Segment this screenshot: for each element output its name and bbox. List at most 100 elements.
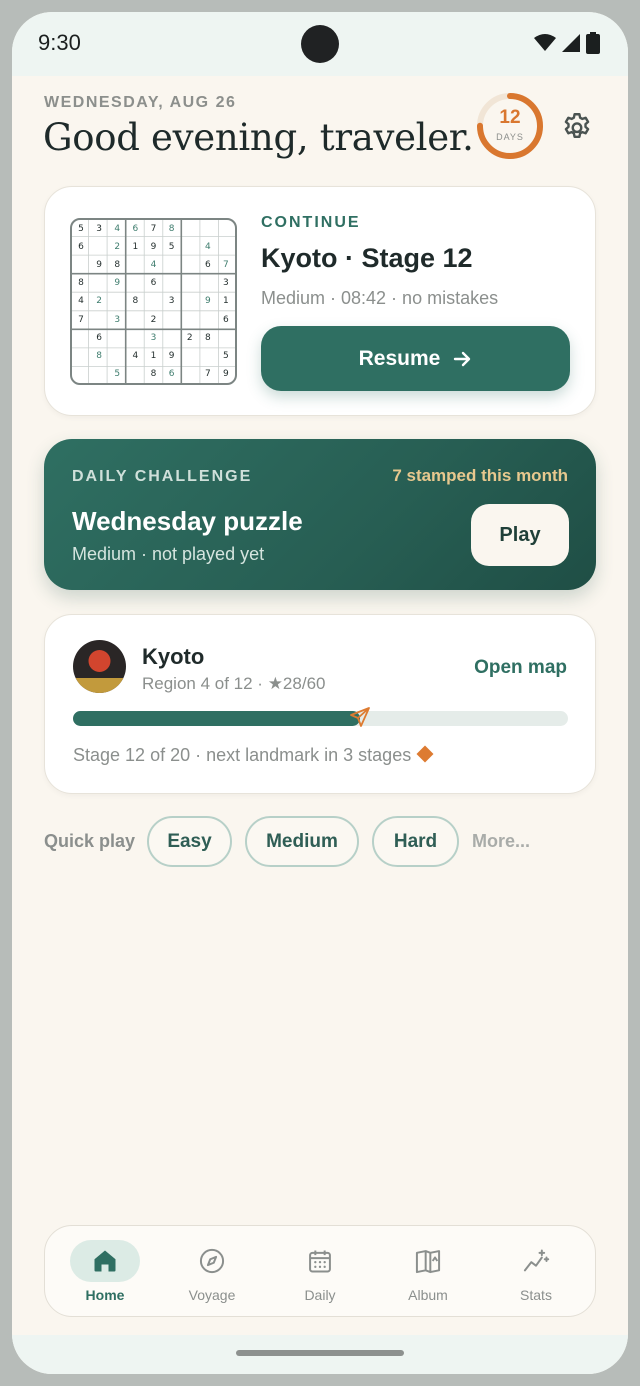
continue-label: CONTINUE [261, 214, 361, 231]
paper-plane-icon [350, 707, 370, 727]
sudoku-preview: 5346786219549846789634283917326632884195… [70, 218, 237, 385]
region-progress-fill [73, 711, 361, 726]
gear-icon [564, 113, 590, 138]
sudoku-cell: 9 [96, 260, 103, 271]
region-card[interactable]: Kyoto Region 4 of 12 · ★28/60 Open map S… [44, 614, 596, 794]
quick-play-medium-chip[interactable]: Medium [245, 816, 359, 867]
system-icons [534, 32, 600, 54]
sudoku-cell: 3 [150, 332, 157, 343]
sudoku-cell: 9 [204, 296, 211, 307]
region-stage-text: Stage 12 of 20 · next landmark in 3 stag… [73, 745, 434, 766]
region-progress-bar [73, 707, 568, 727]
bottom-navigation: Home Voyage Daily Album Stats [44, 1225, 596, 1317]
sudoku-cell: 1 [223, 296, 229, 307]
sudoku-cell: 6 [78, 242, 84, 253]
region-avatar [73, 640, 126, 693]
sudoku-cell: 4 [114, 224, 121, 234]
sudoku-cell: 1 [150, 350, 157, 361]
sudoku-cell: 6 [96, 332, 103, 343]
sudoku-cell: 6 [223, 314, 229, 325]
quick-play-more-link[interactable]: More... [472, 831, 530, 852]
sudoku-cell: 7 [78, 314, 84, 325]
phone-screen: 9:30 WEDNESDAY, AUG 26 Good evening, tra… [12, 12, 628, 1374]
quick-play-easy-chip[interactable]: Easy [147, 816, 232, 867]
stats-icon [523, 1249, 550, 1272]
compass-icon [199, 1248, 225, 1274]
resume-label: Resume [358, 346, 441, 370]
arrow-right-icon [454, 351, 471, 366]
sudoku-cell: 4 [150, 260, 157, 271]
nav-item-daily[interactable]: Daily [272, 1238, 368, 1308]
sudoku-cell: 2 [96, 296, 103, 307]
sudoku-cell: 3 [96, 224, 103, 234]
continue-meta: Medium · 08:42 · no mistakes [261, 288, 499, 308]
sudoku-cell: 7 [223, 260, 229, 271]
sudoku-cell: 4 [78, 296, 84, 307]
sudoku-cell: 4 [204, 242, 211, 253]
date-label: WEDNESDAY, AUG 26 [44, 94, 237, 111]
nav-label-stats: Stats [520, 1287, 552, 1303]
battery-icon [586, 32, 600, 54]
daily-stamped-count: 7 stamped this month [392, 466, 568, 485]
nav-label-daily: Daily [304, 1287, 336, 1303]
nav-item-voyage[interactable]: Voyage [164, 1238, 260, 1308]
landmark-diamond-icon [416, 745, 434, 763]
gesture-navigation-area [12, 1335, 628, 1374]
sudoku-cell: 8 [132, 296, 139, 307]
sudoku-cell: 6 [132, 224, 139, 234]
wifi-icon [534, 34, 556, 51]
sudoku-cell: 5 [78, 224, 84, 234]
region-meta: Region 4 of 12 · ★28/60 [142, 674, 326, 693]
streak-days-label: DAYS [496, 132, 524, 142]
sudoku-cell: 9 [223, 368, 229, 379]
sudoku-cell: 6 [168, 368, 175, 379]
settings-button[interactable] [560, 110, 594, 144]
daily-challenge-card[interactable]: DAILY CHALLENGE 7 stamped this month Wed… [44, 439, 596, 590]
quick-play-label: Quick play [44, 831, 136, 851]
sudoku-cell: 6 [204, 260, 211, 271]
sudoku-cell: 2 [186, 332, 193, 343]
quick-play-hard-chip[interactable]: Hard [372, 816, 459, 867]
nav-item-stats[interactable]: Stats [488, 1238, 584, 1308]
sudoku-cell: 2 [150, 314, 157, 325]
sudoku-cell: 9 [150, 242, 157, 253]
sudoku-cell: 7 [150, 224, 157, 234]
daily-meta: Medium · not played yet [72, 544, 265, 564]
nav-item-album[interactable]: Album [380, 1238, 476, 1308]
play-button[interactable]: Play [471, 504, 569, 566]
cellular-icon [562, 34, 580, 52]
sudoku-cell: 8 [96, 350, 103, 361]
region-stage-label: Stage 12 of 20 · next landmark in 3 stag… [73, 745, 412, 765]
continue-title: Kyoto · Stage 12 [261, 243, 473, 273]
front-camera [301, 25, 339, 63]
sudoku-cell: 5 [114, 368, 121, 379]
sudoku-cell: 5 [168, 242, 175, 253]
streak-count: 12 [499, 107, 521, 128]
sudoku-cell: 2 [114, 242, 121, 253]
daily-challenge-label: DAILY CHALLENGE [72, 468, 253, 485]
sudoku-cell: 8 [168, 224, 175, 234]
continue-card[interactable]: 5346786219549846789634283917326632884195… [44, 186, 596, 416]
sudoku-cell: 1 [132, 242, 139, 253]
sudoku-cell: 8 [114, 260, 121, 271]
daily-title: Wednesday puzzle [72, 506, 303, 536]
sudoku-cell: 8 [204, 332, 211, 343]
resume-button[interactable]: Resume [261, 326, 570, 391]
nav-label-home: Home [85, 1287, 125, 1303]
home-icon [94, 1250, 116, 1272]
nav-item-home[interactable]: Home [57, 1238, 153, 1308]
sudoku-cell: 8 [78, 278, 84, 289]
status-time: 9:30 [38, 30, 81, 55]
calendar-icon [309, 1250, 331, 1273]
sudoku-cell: 6 [150, 278, 157, 289]
home-gesture-handle[interactable] [236, 1350, 404, 1356]
sudoku-cell: 3 [223, 278, 229, 289]
streak-ring[interactable]: 12 DAYS [475, 91, 545, 161]
sunset-icon [73, 640, 126, 693]
sudoku-cell: 3 [114, 314, 121, 325]
open-map-link[interactable]: Open map [474, 657, 567, 679]
sudoku-cell: 4 [132, 350, 139, 361]
status-bar: 9:30 [12, 12, 628, 76]
greeting-title: Good evening, traveler. [43, 116, 474, 159]
sudoku-cell: 5 [223, 350, 229, 361]
